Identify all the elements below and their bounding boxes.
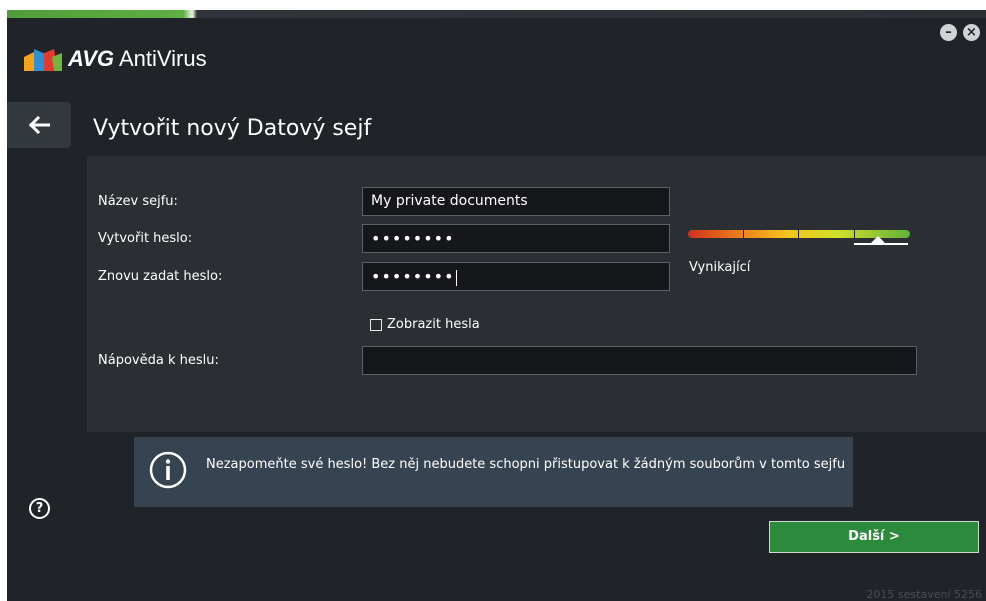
build-info: 2015 sestavení 5256 (866, 588, 982, 601)
strength-tick (798, 230, 799, 238)
minimize-button[interactable]: – (940, 24, 957, 41)
page-title: Vytvořit nový Datový sejf (93, 116, 372, 141)
text-caret (455, 269, 457, 286)
show-passwords-label: Zobrazit hesla (387, 317, 480, 332)
next-button[interactable]: Další > (769, 521, 979, 553)
window-controls: – × (940, 24, 980, 41)
vault-name-input[interactable]: My private documents (362, 187, 670, 216)
password-label: Vytvořit heslo: (98, 231, 193, 246)
strength-label: Vynikající (689, 260, 751, 275)
avg-window: – × AVG AntiVirus Vytvořit nový Datový s… (7, 10, 986, 601)
close-button[interactable]: × (963, 24, 980, 41)
password-repeat-label: Znovu zadat heslo: (98, 269, 223, 284)
strength-tick (854, 230, 855, 238)
password-hint-input[interactable] (362, 346, 917, 375)
show-passwords-checkbox[interactable] (370, 318, 382, 331)
arrow-left-icon (28, 116, 50, 134)
info-icon (149, 451, 187, 489)
strength-tick (743, 230, 744, 238)
product-name: AntiVirus (118, 46, 207, 71)
help-icon[interactable]: ? (29, 498, 50, 519)
warning-info-box: Nezapomeňte své heslo! Bez něj nebudete … (134, 437, 853, 507)
password-repeat-value: •••••••• (371, 267, 455, 286)
password-hint-label: Nápověda k heslu: (98, 353, 219, 368)
show-passwords-toggle[interactable]: Zobrazit hesla (370, 317, 480, 332)
password-repeat-input[interactable]: •••••••• (362, 262, 670, 291)
brand-name: AVG (68, 46, 115, 71)
warning-text: Nezapomeňte své heslo! Bez něj nebudete … (206, 457, 846, 472)
password-strength-meter (688, 230, 910, 256)
strength-pointer-icon (871, 236, 885, 243)
back-button[interactable] (7, 102, 71, 148)
avg-logo-icon (24, 47, 62, 71)
password-input[interactable]: •••••••• (362, 224, 670, 253)
strength-indicator-line (854, 243, 908, 245)
app-logo: AVG AntiVirus (24, 46, 207, 72)
vault-name-label: Název sejfu: (98, 194, 178, 209)
top-accent-bar (7, 10, 986, 18)
